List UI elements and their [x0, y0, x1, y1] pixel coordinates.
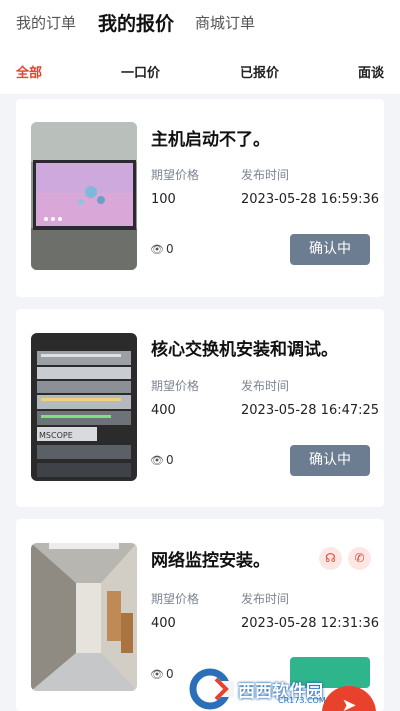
- filter-bar: 全部 一口价 已报价 面谈: [0, 46, 400, 94]
- time-label: 发布时间: [241, 379, 290, 393]
- view-count-value: 0: [165, 453, 174, 467]
- phone-icon[interactable]: ✆: [348, 547, 371, 570]
- tablet-screen-photo: [31, 122, 137, 270]
- order-title: 网络监控安装。: [151, 551, 270, 571]
- tab-my-orders[interactable]: 我的订单: [16, 12, 76, 33]
- top-tab-bar: 我的订单 我的报价 商城订单: [0, 0, 400, 46]
- order-title: 核心交换机安装和调试。: [151, 340, 338, 360]
- order-title: 主机启动不了。: [151, 130, 270, 150]
- hallway-photo: [31, 543, 137, 691]
- price-label: 期望价格: [151, 379, 200, 393]
- filter-all[interactable]: 全部: [16, 62, 42, 81]
- filter-negotiate[interactable]: 面谈: [358, 62, 384, 81]
- status-button[interactable]: 确认中: [290, 445, 370, 476]
- publish-time: 2023-05-28 16:47:25: [241, 403, 380, 418]
- eye-icon: 👁: [150, 243, 164, 256]
- price-value: 400: [151, 403, 176, 418]
- price-value: 100: [151, 192, 176, 207]
- price-value: 400: [151, 616, 176, 631]
- time-label: 发布时间: [241, 168, 290, 182]
- time-label: 发布时间: [241, 592, 290, 606]
- order-card[interactable]: MSCOPE 核心交换机安装和调试。 期望价格 发布时间 400 2023-05…: [16, 309, 384, 507]
- watermark-url: CR173.COM: [278, 696, 326, 705]
- price-label: 期望价格: [151, 168, 200, 182]
- order-thumbnail: MSCOPE: [31, 333, 137, 481]
- order-card[interactable]: 主机启动不了。 期望价格 发布时间 100 2023-05-28 16:59:3…: [16, 99, 384, 297]
- view-count-value: 0: [165, 667, 174, 681]
- watermark-logo: 西西软件园 CR173.COM: [186, 665, 381, 711]
- view-count: 👁 0: [150, 242, 174, 256]
- eye-icon: 👁: [150, 668, 164, 681]
- filter-fixed-price[interactable]: 一口价: [121, 62, 160, 81]
- publish-time: 2023-05-28 12:31:36: [241, 616, 380, 631]
- tab-my-quotes[interactable]: 我的报价: [98, 9, 174, 36]
- status-button[interactable]: 确认中: [290, 234, 370, 265]
- view-count: 👁 0: [150, 453, 174, 467]
- publish-time: 2023-05-28 16:59:36: [241, 192, 380, 207]
- order-thumbnail: [31, 122, 137, 270]
- order-thumbnail: [31, 543, 137, 691]
- headset-icon[interactable]: ☊: [319, 547, 342, 570]
- price-label: 期望价格: [151, 592, 200, 606]
- server-rack-photo: MSCOPE: [31, 333, 137, 481]
- eye-icon: 👁: [150, 454, 164, 467]
- view-count: 👁 0: [150, 667, 174, 681]
- svg-text:MSCOPE: MSCOPE: [39, 431, 73, 440]
- view-count-value: 0: [165, 242, 174, 256]
- tab-mall-orders[interactable]: 商城订单: [195, 12, 255, 33]
- filter-quoted[interactable]: 已报价: [240, 62, 279, 81]
- logo-icon: [189, 668, 234, 710]
